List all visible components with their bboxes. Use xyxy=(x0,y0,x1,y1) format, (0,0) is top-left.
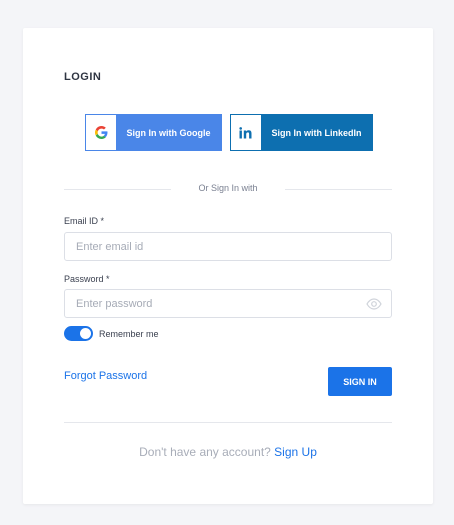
email-label: Email ID * xyxy=(64,216,105,226)
linkedin-signin-button[interactable]: Sign In with LinkedIn xyxy=(230,114,373,151)
divider-text: Or Sign In with xyxy=(198,183,258,193)
remember-me-label: Remember me xyxy=(99,329,159,339)
toggle-knob xyxy=(80,328,91,339)
linkedin-icon xyxy=(231,115,261,150)
signup-footer: Don't have any account? Sign Up xyxy=(23,445,433,459)
eye-icon[interactable] xyxy=(366,297,382,310)
login-card: LOGIN Sign In with Google Sign In with L… xyxy=(23,28,433,504)
footer-divider xyxy=(64,422,392,423)
email-field[interactable] xyxy=(64,232,392,261)
divider-left xyxy=(64,189,171,190)
page-title: LOGIN xyxy=(64,71,102,83)
google-icon xyxy=(86,115,116,150)
google-signin-label: Sign In with Google xyxy=(126,127,211,138)
forgot-password-link[interactable]: Forgot Password xyxy=(64,370,147,382)
remember-me-toggle[interactable] xyxy=(64,326,93,341)
footer-text: Don't have any account? xyxy=(139,445,271,459)
divider-right xyxy=(285,189,392,190)
sign-in-button[interactable]: SIGN IN xyxy=(328,367,392,396)
password-field[interactable] xyxy=(64,289,392,318)
password-label: Password * xyxy=(64,274,110,284)
google-signin-button[interactable]: Sign In with Google xyxy=(85,114,222,151)
sign-up-link[interactable]: Sign Up xyxy=(274,445,317,459)
linkedin-signin-label: Sign In with LinkedIn xyxy=(271,127,362,138)
